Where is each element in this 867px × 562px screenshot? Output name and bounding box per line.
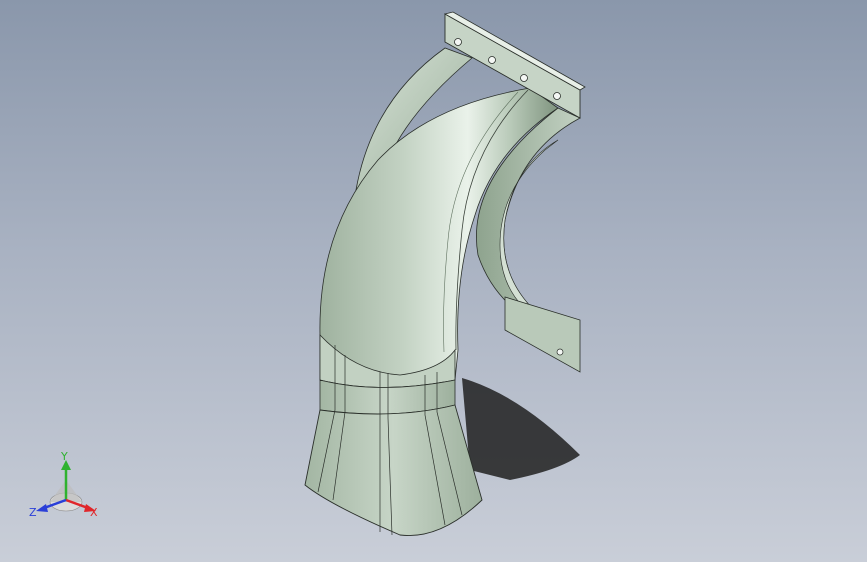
elbow-body [319,87,559,386]
orientation-triad: Y X Z [29,450,98,519]
flared-duct [304,404,483,536]
z-axis-arrow [36,504,48,512]
flange-hole [553,92,561,100]
flange-hole [454,38,462,46]
z-axis-label: Z [29,506,37,519]
flange-hole [556,348,564,356]
graphics-viewport[interactable]: Y X Z [0,0,867,562]
x-axis-label: X [90,506,98,519]
model-shadow [462,378,580,480]
flange-hole [488,56,496,64]
bottom-flange-plate [504,296,581,373]
y-axis-label: Y [60,450,68,463]
flange-hole [520,74,528,82]
elbow-duct-model[interactable] [0,0,867,562]
